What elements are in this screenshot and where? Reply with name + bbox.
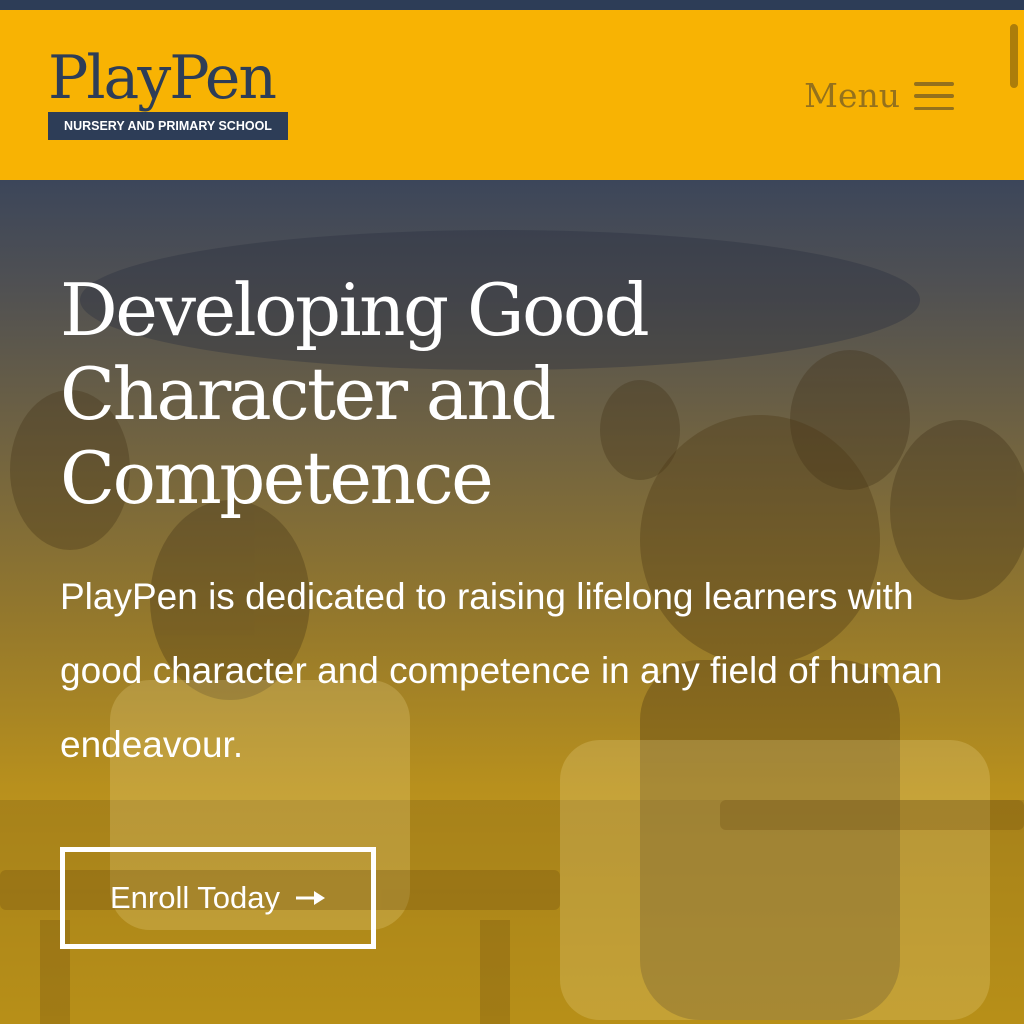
hero-section: Developing Good Character and Competence… (0, 180, 1024, 1024)
top-strip (0, 0, 1024, 10)
logo-tagline: NURSERY AND PRIMARY SCHOOL (48, 112, 288, 140)
page: PlayPen NURSERY AND PRIMARY SCHOOL Menu (0, 0, 1024, 1024)
menu-label: Menu (804, 76, 900, 115)
enroll-button-label: Enroll Today (109, 880, 281, 915)
hamburger-icon (914, 82, 954, 110)
scrollbar-thumb[interactable] (1010, 24, 1018, 88)
arrow-right-icon (296, 891, 326, 905)
hero-description: PlayPen is dedicated to raising lifelong… (60, 576, 943, 765)
menu-button[interactable]: Menu (804, 74, 954, 118)
hero-title: Developing Good Character and Competence (60, 268, 650, 520)
site-logo[interactable]: PlayPen NURSERY AND PRIMARY SCHOOL (48, 46, 288, 142)
logo-wordmark: PlayPen (48, 43, 277, 113)
site-header: PlayPen NURSERY AND PRIMARY SCHOOL Menu (0, 10, 1024, 180)
enroll-button[interactable]: Enroll Today (60, 847, 376, 949)
